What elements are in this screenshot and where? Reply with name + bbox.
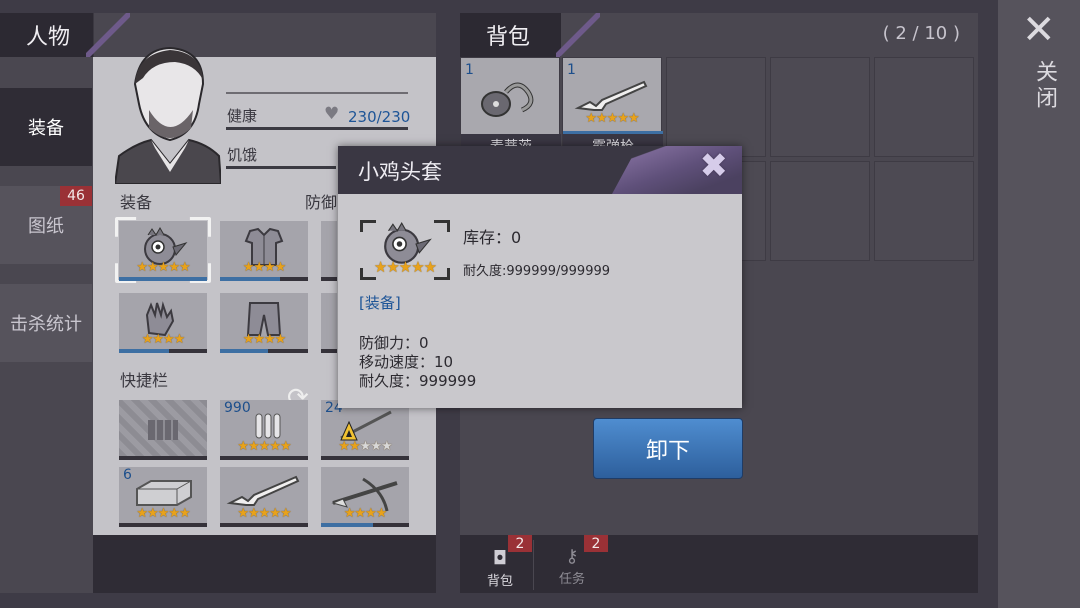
quickbar-label: 快捷栏 (120, 371, 169, 390)
bag-bottom-tabs (460, 535, 978, 593)
star-rating: ★★★★★ (373, 258, 437, 276)
health-bar (226, 127, 408, 130)
stats-divider-top (226, 92, 408, 94)
durability-bar (321, 523, 373, 527)
bag-panel-title: 背包 (460, 13, 600, 57)
modal-stock: 库存：0 (463, 228, 522, 247)
durability-bar (119, 349, 169, 353)
heart-icon: ♥ (324, 104, 340, 124)
hunger-bar (226, 166, 336, 169)
bag-cell[interactable] (874, 57, 974, 157)
modal-item-frame: ★★★★★ (360, 220, 450, 280)
frame-corner (434, 220, 450, 232)
quick-slot-6[interactable]: ★★★★ (321, 467, 409, 527)
quick-slot-5[interactable]: ★★★★★ (220, 467, 308, 527)
durability-bar (119, 277, 207, 281)
modal-durability-ratio: 耐久度:999999/999999 (463, 264, 611, 279)
star-rating: ★★★★ (242, 260, 287, 275)
nav-kill-stats[interactable]: 击杀统计 (0, 284, 92, 362)
modal-speed: 移动速度：10 (359, 353, 454, 371)
equip-slot-legs[interactable]: ★★★★ (220, 293, 308, 353)
modal-close-icon[interactable]: ✖ (700, 149, 729, 183)
equip-section-label: 装备 (120, 193, 153, 212)
health-value: 230/230 (348, 108, 411, 126)
star-rating: ★★★★★ (136, 260, 190, 275)
tab-bag-badge: 2 (508, 535, 532, 552)
bag-cell[interactable] (770, 161, 870, 261)
close-label[interactable]: 关闭 (1028, 60, 1060, 112)
character-portrait (113, 44, 223, 185)
unequip-button[interactable]: 卸下 (593, 418, 743, 479)
empty-slot-icon (146, 416, 180, 446)
modal-header: 小鸡头套 ✖ (338, 146, 742, 194)
equip-slot-extra-2[interactable] (321, 293, 337, 353)
health-label: 健康 (227, 107, 258, 125)
quick-slot-4[interactable]: 6 ★★★★★ (119, 467, 207, 527)
star-rating: ★★★★★ (136, 506, 190, 521)
star-rating: ★★★★★ (585, 111, 639, 126)
star-rating: ★★★★★ (237, 506, 291, 521)
equip-slot-body[interactable]: ★★★★ (220, 221, 308, 281)
nav-equip[interactable]: 装备 (0, 88, 92, 166)
modal-durability: 耐久度：999999 (359, 372, 477, 390)
star-rating: ★★★★ (343, 506, 388, 521)
equip-slot-head[interactable]: ★★★★★ (115, 217, 211, 283)
star-rating: ★★★★ (242, 332, 287, 347)
character-bottom-bar (93, 535, 436, 593)
blueprints-badge: 46 (60, 186, 92, 206)
bag-cell[interactable]: 1 麦蒂茨 (460, 57, 561, 158)
defense-label: 防御 (305, 193, 338, 212)
frame-corner (360, 220, 376, 232)
quick-slot-2[interactable]: 990 ★★★★★ (220, 400, 308, 460)
bag-cell[interactable] (874, 161, 974, 261)
item-detail-modal: 小鸡头套 ✖ ★★★★★ 库存：0 耐久度:999999/999999 [装备]… (338, 146, 742, 408)
durability-bar (220, 277, 280, 281)
hunger-label: 饥饿 (227, 146, 258, 164)
star-rating: ★★★★★ (338, 439, 392, 454)
tab-tasks-badge: 2 (584, 535, 608, 552)
equip-slot-extra[interactable] (321, 221, 337, 281)
equip-slot-hands[interactable]: ★★★★ (119, 293, 207, 353)
backpack-icon: ◘ (492, 548, 508, 569)
close-icon[interactable]: ✕ (1022, 10, 1056, 50)
rope-coil-icon (478, 74, 542, 124)
character-panel-title: 人物 (0, 13, 130, 57)
bag-cell[interactable] (666, 57, 766, 157)
durability-bar (220, 349, 268, 353)
bag-capacity: ( 2 / 10 ) (882, 23, 960, 44)
bag-cell[interactable]: 1 ★★★★★ 霰弹枪 (562, 57, 663, 158)
star-rating: ★★★★ (141, 332, 186, 347)
modal-defense: 防御力：0 (359, 334, 429, 352)
modal-tag: [装备] (359, 294, 401, 312)
quick-slot-3[interactable]: 24 ★★★★★ (321, 400, 409, 460)
modal-title: 小鸡头套 (358, 160, 442, 184)
bag-cell[interactable] (770, 57, 870, 157)
star-rating: ★★★★★ (237, 439, 291, 454)
quick-slot-1[interactable] (119, 400, 207, 460)
tab-divider (533, 540, 534, 590)
